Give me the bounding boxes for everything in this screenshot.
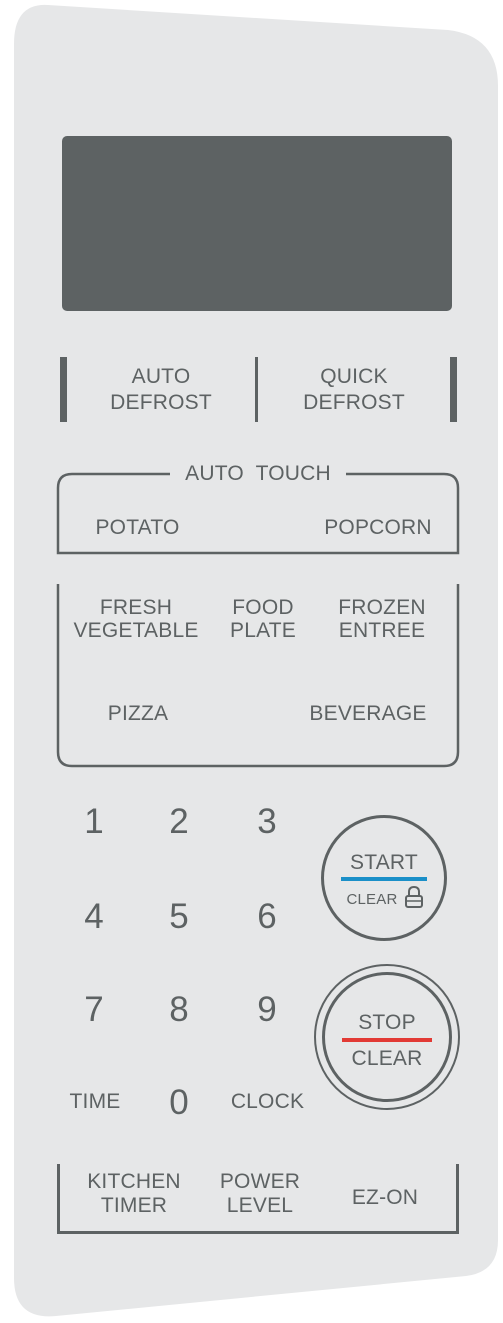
key-5[interactable]: 5 <box>149 897 209 937</box>
start-button[interactable]: START CLEAR <box>321 815 447 941</box>
food-plate-label-1: FOOD <box>232 596 294 619</box>
kitchen-timer-button[interactable]: KITCHEN TIMER <box>64 1170 204 1226</box>
power-level-label-2: LEVEL <box>226 1194 294 1217</box>
food-plate-label-2: PLATE <box>230 619 296 642</box>
ez-on-button[interactable]: EZ-ON <box>330 1186 440 1209</box>
clock-button[interactable]: CLOCK <box>220 1090 315 1113</box>
key-7[interactable]: 7 <box>64 990 124 1030</box>
menu-frame <box>56 584 460 768</box>
bottom-divider-left <box>57 1164 60 1234</box>
fresh-vegetable-label-1: FRESH <box>99 596 173 619</box>
key-8[interactable]: 8 <box>149 990 209 1030</box>
lock-icon <box>405 885 423 908</box>
kitchen-timer-label-1: KITCHEN <box>87 1170 181 1193</box>
beverage-button[interactable]: BEVERAGE <box>298 702 438 725</box>
stop-clear-button[interactable]: STOP CLEAR <box>322 972 452 1102</box>
kitchen-timer-label-2: TIMER <box>100 1194 168 1217</box>
key-3[interactable]: 3 <box>237 802 297 842</box>
power-level-button[interactable]: POWER LEVEL <box>205 1170 315 1226</box>
bottom-divider-right <box>456 1164 459 1234</box>
start-sub-label: CLEAR <box>346 891 398 908</box>
fresh-vegetable-label-2: VEGETABLE <box>73 619 199 642</box>
start-accent-bar <box>341 877 427 881</box>
power-level-label-1: POWER <box>219 1170 301 1193</box>
key-1[interactable]: 1 <box>64 802 124 842</box>
pizza-button[interactable]: PIZZA <box>78 702 198 725</box>
control-panel: AUTO DEFROST QUICK DEFROST AUTO TOUCH PO… <box>0 0 503 1323</box>
key-2[interactable]: 2 <box>149 802 209 842</box>
key-0[interactable]: 0 <box>149 1083 209 1123</box>
key-6[interactable]: 6 <box>237 897 297 937</box>
time-button[interactable]: TIME <box>55 1090 135 1113</box>
start-label: START <box>350 851 418 874</box>
stop-sub-label: CLEAR <box>351 1047 423 1070</box>
key-9[interactable]: 9 <box>237 990 297 1030</box>
frozen-entree-label-1: FROZEN <box>338 596 426 619</box>
bottom-frame-line <box>57 1231 459 1234</box>
stop-accent-bar <box>342 1038 432 1042</box>
fresh-vegetable-button[interactable]: FRESH VEGETABLE <box>66 594 206 648</box>
food-plate-button[interactable]: FOOD PLATE <box>212 594 314 648</box>
frozen-entree-label-2: ENTREE <box>338 619 426 642</box>
key-4[interactable]: 4 <box>64 897 124 937</box>
frozen-entree-button[interactable]: FROZEN ENTREE <box>318 594 446 648</box>
stop-label: STOP <box>358 1011 416 1034</box>
